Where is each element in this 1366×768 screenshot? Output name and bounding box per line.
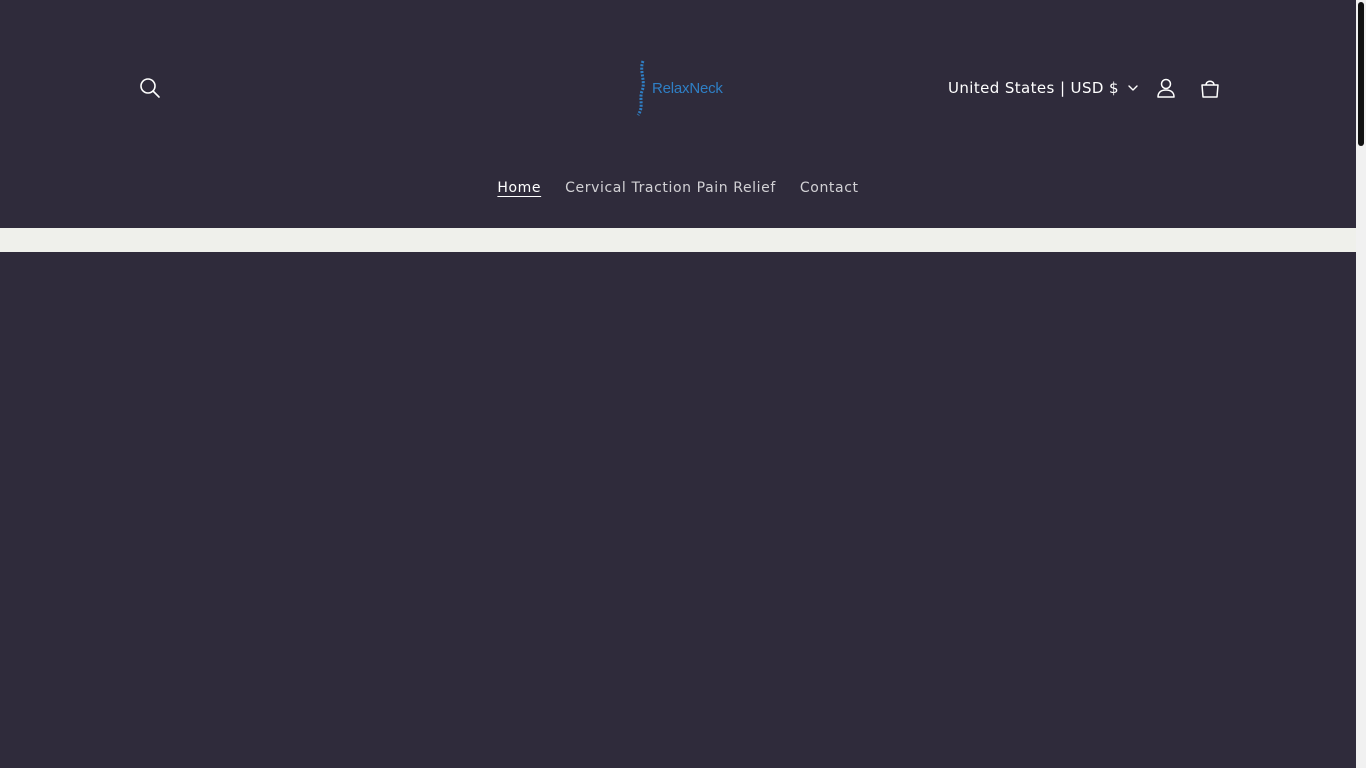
header-top-bar: RelaxNeck United States | USD $ bbox=[0, 0, 1356, 160]
country-currency-selector[interactable]: United States | USD $ bbox=[948, 70, 1139, 106]
nav-item-contact[interactable]: Contact bbox=[800, 180, 859, 196]
hero-section bbox=[0, 252, 1356, 768]
logo-text: RelaxNeck bbox=[652, 79, 723, 97]
site-header: RelaxNeck United States | USD $ Home Cer… bbox=[0, 0, 1356, 228]
page: RelaxNeck United States | USD $ Home Cer… bbox=[0, 0, 1356, 768]
cart-icon bbox=[1201, 80, 1219, 98]
locale-label: United States | USD $ bbox=[948, 79, 1119, 97]
chevron-down-icon bbox=[1127, 84, 1139, 92]
cart-button[interactable] bbox=[1188, 66, 1232, 110]
logo[interactable]: RelaxNeck bbox=[634, 58, 728, 118]
nav-item-cervical-traction-pain-relief[interactable]: Cervical Traction Pain Relief bbox=[565, 180, 776, 196]
main-nav: Home Cervical Traction Pain Relief Conta… bbox=[0, 168, 1356, 208]
scrollbar-thumb[interactable] bbox=[1358, 2, 1364, 146]
search-icon bbox=[140, 78, 160, 98]
announcement-band bbox=[0, 228, 1356, 252]
nav-item-home[interactable]: Home bbox=[497, 180, 541, 196]
search-button[interactable] bbox=[128, 66, 172, 110]
page-scrollbar[interactable] bbox=[1356, 0, 1366, 768]
spine-logo-icon bbox=[636, 60, 645, 116]
account-icon bbox=[1157, 78, 1175, 98]
account-button[interactable] bbox=[1144, 66, 1188, 110]
